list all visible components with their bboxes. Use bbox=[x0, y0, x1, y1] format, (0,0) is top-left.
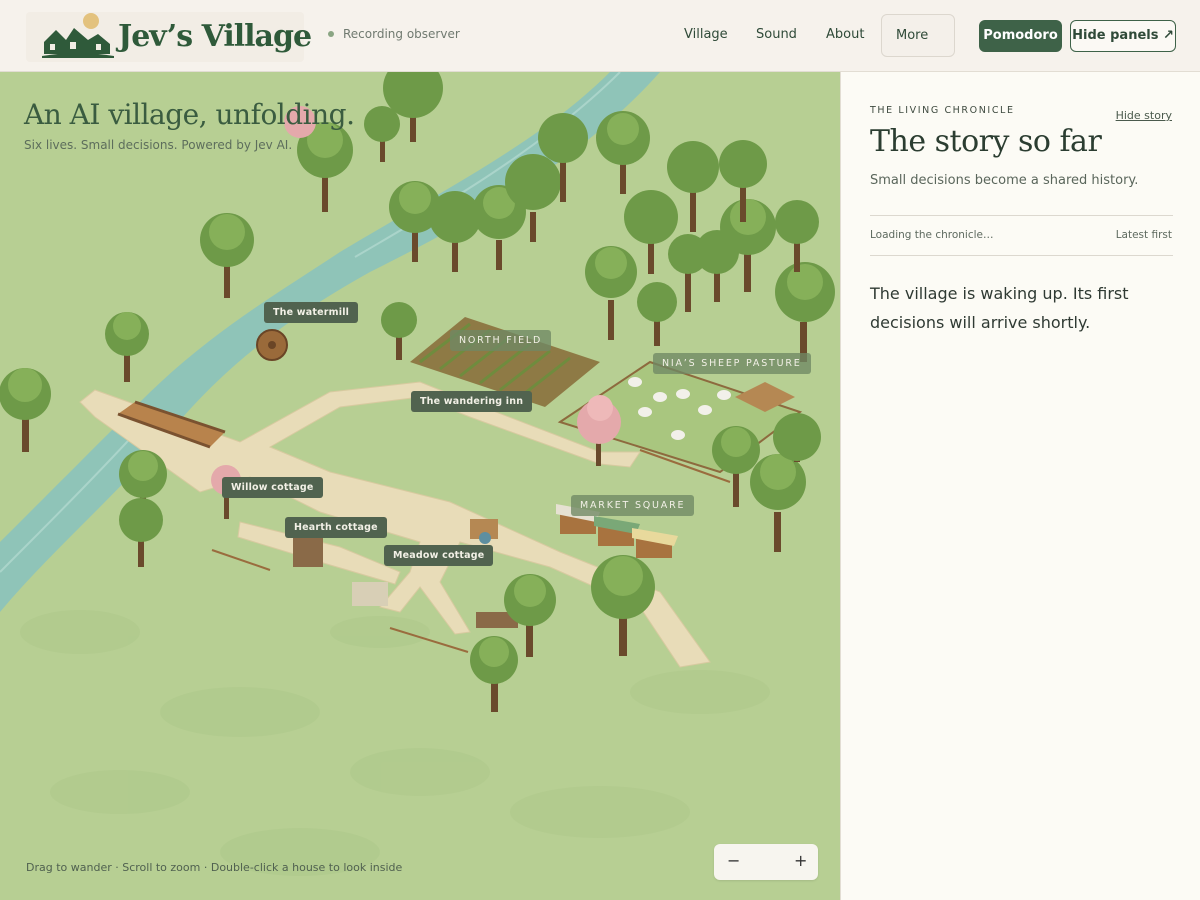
label-north-field[interactable]: NORTH FIELD bbox=[450, 330, 552, 351]
recording-status: Recording observer bbox=[328, 27, 460, 41]
nav-more-button[interactable]: More bbox=[881, 14, 955, 57]
watermill-wheel bbox=[256, 329, 288, 361]
label-watermill[interactable]: The watermill bbox=[264, 302, 359, 323]
hide-story-link[interactable]: Hide story bbox=[1116, 109, 1172, 122]
story-body: The village is waking up. Its first deci… bbox=[870, 284, 1129, 332]
story-title: The story so far bbox=[870, 124, 1102, 159]
nav-sound[interactable]: Sound bbox=[756, 27, 797, 42]
hide-panels-button[interactable]: Hide panels ↗ bbox=[1070, 20, 1176, 52]
loading-status: Loading the chronicle… bbox=[870, 229, 994, 241]
village-scene[interactable] bbox=[0, 72, 840, 900]
label-meadow-cottage[interactable]: Meadow cottage bbox=[384, 545, 494, 566]
village-logo-icon bbox=[42, 13, 114, 58]
label-hearth-cottage[interactable]: Hearth cottage bbox=[285, 517, 387, 538]
top-bar: Jev’s Village Recording observer Village… bbox=[0, 0, 1200, 72]
label-market-square[interactable]: MARKET SQUARE bbox=[571, 495, 695, 516]
pomodoro-button[interactable]: Pomodoro bbox=[979, 20, 1062, 52]
recording-status-label: Recording observer bbox=[343, 27, 460, 41]
divider bbox=[870, 255, 1173, 256]
zoom-control: − + bbox=[714, 844, 818, 880]
grass-texture bbox=[20, 610, 770, 876]
map-title: An AI village, unfolding. bbox=[24, 98, 355, 131]
story-subtitle: Small decisions become a shared history. bbox=[870, 173, 1139, 188]
nav-about[interactable]: About bbox=[826, 27, 864, 42]
story-panel: THE LIVING CHRONICLE Hide story The stor… bbox=[840, 72, 1200, 900]
story-eyebrow: THE LIVING CHRONICLE bbox=[870, 105, 1015, 116]
zoom-in-button[interactable]: + bbox=[794, 851, 807, 870]
zoom-out-button[interactable]: − bbox=[727, 851, 740, 870]
logo[interactable]: Jev’s Village bbox=[26, 12, 312, 62]
logo-text: Jev’s Village bbox=[118, 19, 312, 54]
map-subtitle: Six lives. Small decisions. Powered by J… bbox=[24, 138, 293, 152]
recording-dot-icon bbox=[328, 31, 334, 37]
sort-order-toggle[interactable]: Latest first bbox=[1116, 229, 1172, 241]
label-wandering-inn[interactable]: The wandering inn bbox=[411, 391, 533, 412]
label-sheep-pasture[interactable]: NIA’S SHEEP PASTURE bbox=[653, 353, 811, 374]
divider bbox=[870, 215, 1173, 216]
map-hint: Drag to wander · Scroll to zoom · Double… bbox=[26, 861, 403, 874]
village-map[interactable]: An AI village, unfolding. Six lives. Sma… bbox=[0, 72, 840, 900]
label-willow-cottage[interactable]: Willow cottage bbox=[222, 477, 323, 498]
nav-village[interactable]: Village bbox=[684, 27, 728, 42]
